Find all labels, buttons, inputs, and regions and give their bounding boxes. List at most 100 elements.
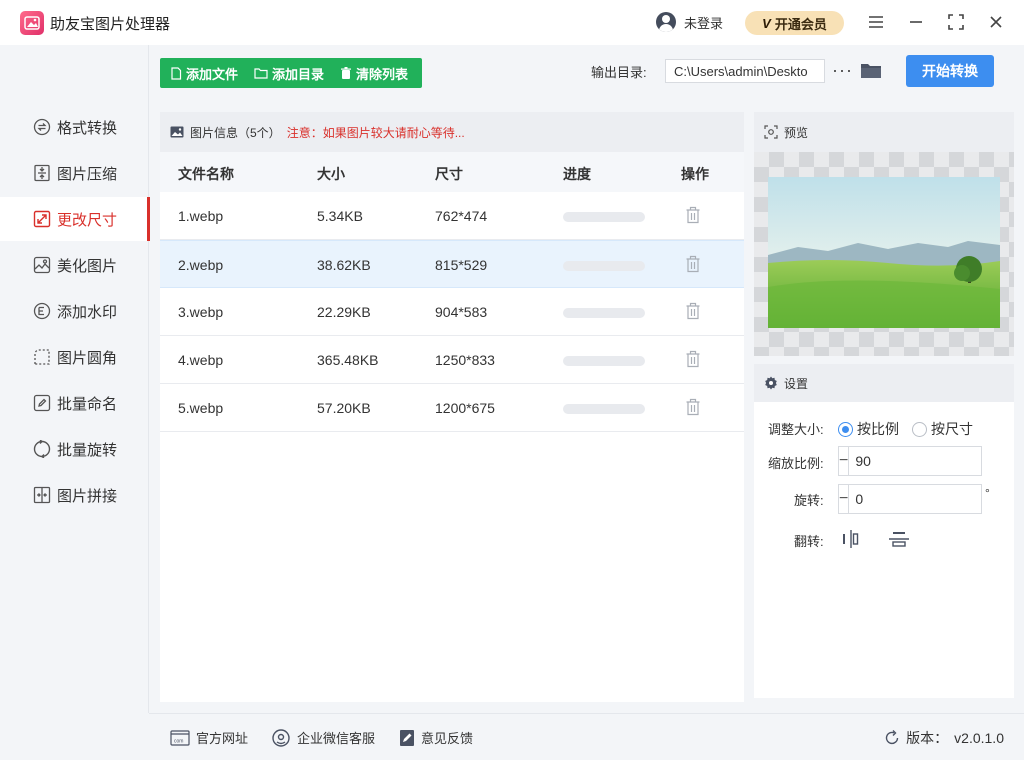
website-label: 官方网址 (196, 731, 249, 746)
radio-by-size[interactable]: 按尺寸 (912, 419, 973, 439)
sidebar-item-label: 图片压缩 (57, 165, 118, 183)
delete-row-icon[interactable] (685, 302, 701, 323)
watermark-icon (33, 302, 51, 320)
user-avatar-icon (656, 12, 676, 32)
flip-horizontal-icon[interactable] (842, 529, 860, 552)
feedback-icon (400, 729, 414, 746)
add-file-button[interactable]: 添加文件 (170, 58, 238, 88)
image-icon (170, 126, 184, 138)
radio-dot (912, 421, 927, 437)
clear-list-button[interactable]: 清除列表 (340, 58, 408, 88)
file-panel-header: 图片信息（5个） 注意：如果图片较大请耐心等待... (160, 112, 744, 152)
footer: com 官方网址 企业微信客服 意见反馈 版本： v2.0.1.0 (149, 713, 1024, 760)
rotate-stepper[interactable]: − + (838, 484, 1024, 514)
delete-row-icon[interactable] (685, 350, 701, 371)
sidebar-item-rounded-corner[interactable]: 图片圆角 (0, 335, 149, 379)
file-name: 1.webp (178, 208, 224, 224)
flip-vertical-icon[interactable] (888, 530, 910, 551)
sidebar: 格式转换 图片压缩 更改尺寸 美化图片 添加水印 图片圆角 批量命名 批量旋转 … (0, 45, 150, 713)
file-dims: 762*474 (435, 208, 488, 224)
col-filename: 文件名称 (178, 166, 234, 182)
file-dims: 904*583 (435, 304, 488, 320)
menu-icon[interactable] (864, 10, 888, 34)
warning-text: 注意：如果图片较大请耐心等待... (286, 125, 465, 140)
scale-decrement-button[interactable]: − (839, 447, 850, 475)
sidebar-item-label: 添加水印 (57, 303, 118, 321)
scale-stepper[interactable]: − + (838, 446, 1024, 476)
sidebar-item-stitch[interactable]: 图片拼接 (0, 473, 149, 517)
sidebar-item-compress[interactable]: 图片压缩 (0, 151, 149, 195)
title-bar: 助友宝图片处理器 未登录 V 开通会员 (0, 0, 1024, 45)
add-file-label: 添加文件 (186, 66, 239, 82)
stitch-icon (33, 486, 51, 504)
output-dir-label: 输出目录: (591, 65, 647, 80)
table-row[interactable]: 5.webp 57.20KB 1200*675 (160, 384, 744, 432)
login-label: 未登录 (684, 15, 724, 31)
delete-row-icon[interactable] (685, 206, 701, 227)
rotate-decrement-button[interactable]: − (839, 485, 850, 513)
sidebar-item-label: 图片拼接 (57, 487, 118, 505)
sidebar-item-label: 美化图片 (57, 257, 118, 275)
sidebar-item-label: 批量命名 (57, 395, 118, 413)
file-dims: 815*529 (435, 257, 488, 273)
table-header: 文件名称 大小 尺寸 进度 操作 (160, 152, 744, 192)
table-row[interactable]: 3.webp 22.29KB 904*583 (160, 288, 744, 336)
version-number: v2.0.1.0 (954, 730, 1004, 746)
sidebar-item-beautify[interactable]: 美化图片 (0, 243, 149, 287)
login-button[interactable]: 未登录 (656, 12, 723, 32)
sidebar-item-rotate[interactable]: 批量旋转 (0, 427, 149, 471)
file-info-label: 图片信息（5个） (190, 125, 281, 140)
file-size: 57.20KB (317, 400, 371, 416)
browse-more-button[interactable]: ··· (832, 60, 853, 80)
table-row[interactable]: 1.webp 5.34KB 762*474 (160, 192, 744, 240)
clear-list-label: 清除列表 (356, 66, 409, 82)
official-website-link[interactable]: com 官方网址 (170, 728, 248, 747)
settings-title: 设置 (784, 376, 809, 391)
delete-row-icon[interactable] (685, 398, 701, 419)
progress-bar (563, 308, 645, 318)
add-folder-button[interactable]: 添加目录 (254, 58, 324, 88)
preview-image (768, 177, 1000, 328)
rotate-icon (33, 440, 51, 458)
degree-symbol: ° (985, 486, 990, 500)
col-size: 大小 (317, 166, 345, 182)
file-name: 4.webp (178, 352, 224, 368)
start-convert-button[interactable]: 开始转换 (906, 55, 994, 87)
minimize-icon[interactable] (904, 10, 928, 34)
output-dir-input[interactable] (665, 59, 825, 83)
compress-icon (33, 164, 51, 182)
open-folder-icon[interactable] (860, 61, 882, 82)
vip-label: 开通会员 (774, 16, 827, 32)
file-dims: 1200*675 (435, 400, 495, 416)
scale-input[interactable] (849, 447, 1024, 475)
radio-by-ratio[interactable]: 按比例 (838, 419, 899, 439)
resize-label: 调整大小: (768, 422, 824, 437)
progress-bar (563, 261, 645, 271)
file-size: 5.34KB (317, 208, 363, 224)
file-name: 2.webp (178, 257, 224, 273)
vip-button[interactable]: V 开通会员 (745, 11, 844, 35)
maximize-icon[interactable] (944, 10, 968, 34)
col-dimensions: 尺寸 (435, 166, 463, 182)
sidebar-item-label: 批量旋转 (57, 441, 118, 459)
folder-icon (254, 68, 268, 79)
delete-row-icon[interactable] (685, 255, 701, 276)
sidebar-item-rename[interactable]: 批量命名 (0, 381, 149, 425)
sidebar-item-watermark[interactable]: 添加水印 (0, 289, 149, 333)
close-icon[interactable] (984, 10, 1008, 34)
feedback-link[interactable]: 意见反馈 (399, 728, 473, 747)
sidebar-item-resize[interactable]: 更改尺寸 (0, 197, 150, 241)
radio-by-ratio-label: 按比例 (857, 421, 899, 437)
wechat-service-link[interactable]: 企业微信客服 (271, 728, 375, 747)
table-row[interactable]: 2.webp 38.62KB 815*529 (160, 240, 744, 288)
table-row[interactable]: 4.webp 365.48KB 1250*833 (160, 336, 744, 384)
chat-icon (272, 728, 290, 747)
version-info: 版本： v2.0.1.0 (884, 728, 1004, 748)
rounded-corner-icon (33, 348, 51, 366)
sidebar-item-format-convert[interactable]: 格式转换 (0, 105, 149, 149)
file-list-panel: 图片信息（5个） 注意：如果图片较大请耐心等待... 文件名称 大小 尺寸 进度… (160, 112, 744, 702)
file-size: 38.62KB (317, 257, 371, 273)
rotate-input[interactable] (849, 485, 1024, 513)
refresh-icon (885, 730, 899, 745)
rotate-label: 旋转: (794, 493, 824, 508)
